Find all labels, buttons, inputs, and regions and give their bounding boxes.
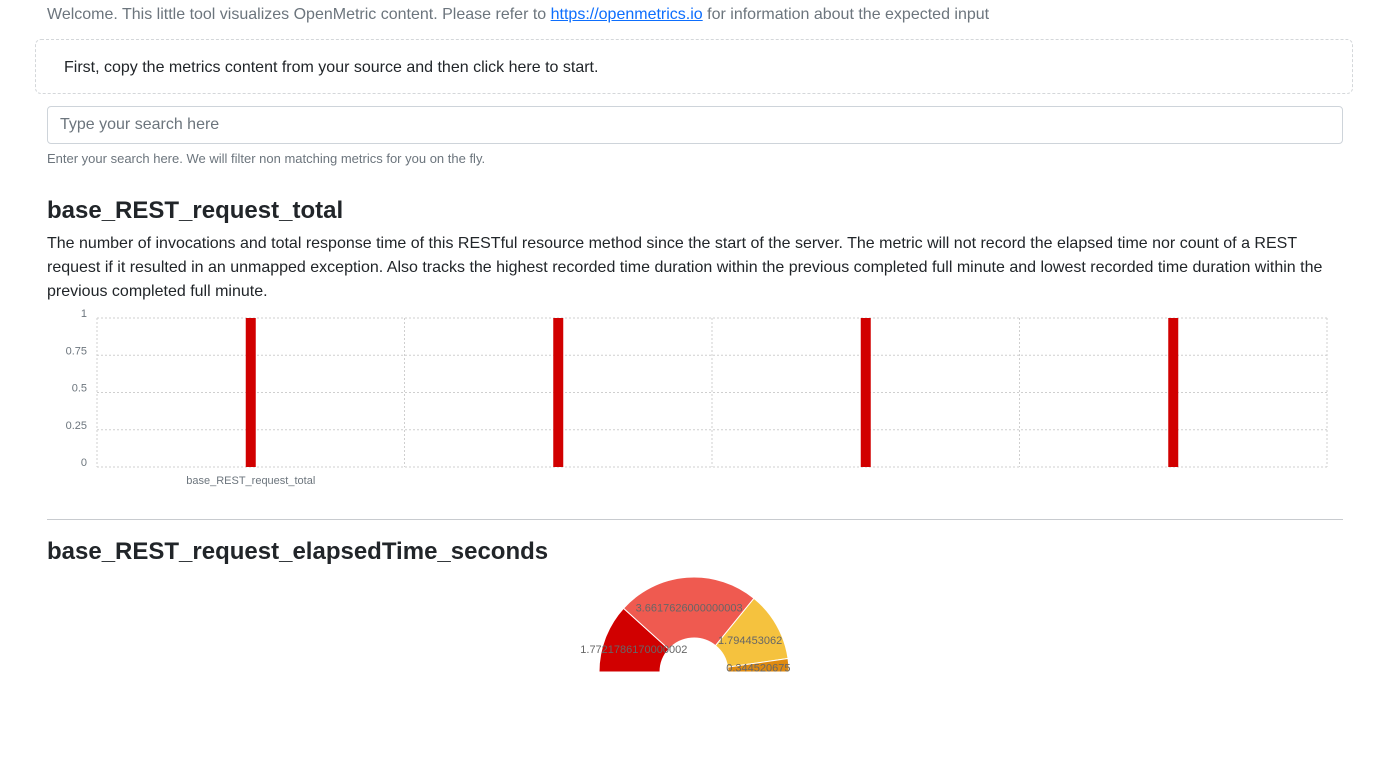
slice-label: 0.344520675 [726, 662, 790, 674]
slice-label: 1.7721786170000002 [580, 644, 687, 656]
slices [598, 576, 790, 672]
slice-label: 1.794453062 [718, 635, 782, 647]
slice-label: 3.6617626000000003 [636, 603, 743, 615]
half-doughnut-chart: 1.7721786170000002 3.6617626000000003 1.79… [580, 576, 790, 674]
